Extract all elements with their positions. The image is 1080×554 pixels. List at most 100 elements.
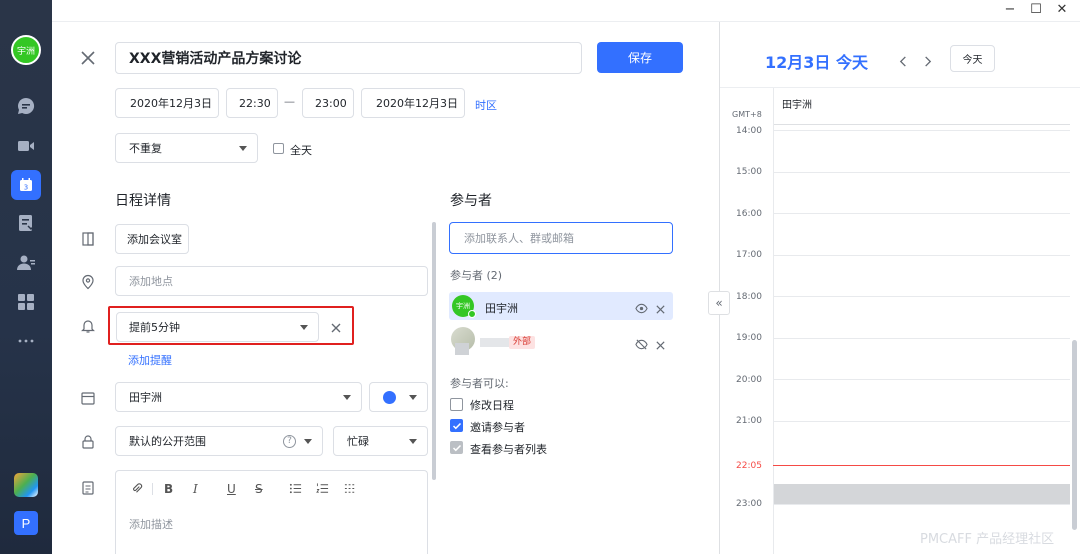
pane-divider	[719, 22, 720, 554]
reminder-value: 提前5分钟	[129, 321, 180, 334]
header-divider	[720, 87, 1080, 88]
video-meeting-icon[interactable]	[16, 136, 36, 156]
visibility-value: 默认的公开范围	[129, 435, 206, 448]
remove-participant-icon[interactable]	[655, 336, 666, 355]
calendar-icon	[80, 390, 96, 406]
external-tag-label: 外部	[513, 337, 532, 347]
today-button-label: 今天	[962, 55, 983, 66]
permissions-title: 参与者可以:	[450, 377, 509, 390]
timezone-link[interactable]: 时区	[475, 97, 497, 113]
calendar-nav-icon[interactable]: 3	[11, 170, 41, 200]
repeat-select[interactable]: 不重复	[115, 133, 258, 163]
close-window-icon: ✕	[1056, 2, 1068, 17]
end-date-picker[interactable]: 2020年12月3日	[361, 88, 465, 118]
close-window-button[interactable]: ✕	[1050, 2, 1074, 18]
repeat-value: 不重复	[129, 142, 162, 155]
maximize-icon: ☐	[1030, 2, 1042, 17]
eye-icon[interactable]	[635, 300, 648, 319]
calendar-scrollbar[interactable]	[1072, 340, 1077, 530]
start-time-picker[interactable]: 22:30	[226, 88, 278, 118]
next-day-button[interactable]	[922, 52, 933, 71]
allday-label: 全天	[290, 144, 312, 157]
save-button[interactable]: 保存	[597, 42, 683, 73]
perm-view-label: 查看参与者列表	[470, 443, 547, 456]
chat-icon[interactable]	[16, 96, 36, 116]
participant-row[interactable]: 宇洲 田宇洲	[449, 292, 673, 320]
add-room-button[interactable]: 添加会议室	[115, 224, 189, 254]
editor-scrollbar[interactable]	[432, 222, 436, 480]
chevron-left-icon	[899, 56, 906, 67]
participant-count: 参与者 (2)	[450, 269, 503, 282]
collapse-pane-button[interactable]: «	[708, 291, 730, 315]
location-input[interactable]: 添加地点	[115, 266, 428, 296]
app-sidebar: 宇洲 3 P	[0, 0, 52, 554]
participants-section-title: 参与者	[450, 193, 492, 209]
more-icon[interactable]	[16, 331, 36, 351]
hour-label: 15:00	[736, 167, 762, 177]
calendar-owner: 田宇洲	[129, 391, 162, 404]
blurred-avatar-strip	[455, 343, 469, 355]
numbered-list-icon[interactable]	[316, 482, 329, 498]
description-icon	[80, 480, 96, 496]
chevron-down-icon	[409, 395, 417, 400]
meeting-room-icon	[80, 231, 96, 247]
hour-gridline	[773, 255, 1070, 256]
participant-avatar-text: 宇洲	[456, 302, 470, 310]
busy-select[interactable]: 忙碌	[333, 426, 428, 456]
docs-icon[interactable]	[16, 213, 36, 233]
allday-checkbox[interactable]	[273, 143, 284, 154]
svg-text:3: 3	[24, 184, 28, 192]
hour-label: 16:00	[736, 209, 762, 219]
chevron-down-icon	[239, 146, 247, 151]
maximize-button[interactable]: ☐	[1024, 2, 1048, 18]
participant-search-input[interactable]: 添加联系人、群或邮箱	[449, 222, 673, 254]
bold-button[interactable]: B	[164, 482, 173, 496]
remove-participant-icon[interactable]	[655, 300, 666, 319]
today-button[interactable]: 今天	[950, 45, 995, 72]
remove-reminder-button[interactable]	[329, 320, 343, 334]
busy-value: 忙碌	[347, 435, 369, 448]
prev-day-button[interactable]	[898, 52, 909, 71]
attachment-icon[interactable]	[130, 482, 143, 498]
description-editor[interactable]	[115, 470, 428, 554]
checklist-icon[interactable]	[344, 482, 357, 498]
reminder-select[interactable]: 提前5分钟	[116, 312, 319, 342]
event-title-input[interactable]: XXX营销活动产品方案讨论	[115, 42, 582, 74]
participant-search-placeholder: 添加联系人、群或邮箱	[464, 232, 574, 245]
workplace-icon[interactable]	[16, 292, 36, 312]
perm-view-checkbox[interactable]	[450, 441, 463, 454]
save-button-label: 保存	[627, 51, 652, 65]
color-select[interactable]	[369, 382, 428, 412]
bullet-list-icon[interactable]	[289, 482, 302, 498]
perm-edit-checkbox[interactable]	[450, 398, 463, 411]
end-time-picker[interactable]: 23:00	[302, 88, 354, 118]
start-date-picker[interactable]: 2020年12月3日	[115, 88, 219, 118]
participant-row[interactable]: 外部	[449, 327, 673, 357]
app-shortcut-icon[interactable]	[14, 473, 38, 497]
chevron-down-icon	[409, 439, 417, 444]
perm-invite-checkbox[interactable]	[450, 419, 463, 432]
workspace-badge-label: P	[21, 515, 31, 531]
lock-icon	[80, 434, 96, 450]
contacts-icon[interactable]	[16, 253, 36, 273]
calendar-person-name: 田宇洲	[782, 100, 812, 111]
end-time-text: 23:00	[315, 96, 347, 110]
hour-gridline	[773, 421, 1070, 422]
close-editor-button[interactable]	[78, 48, 98, 68]
add-reminder-link[interactable]: 添加提醒	[128, 352, 172, 368]
underline-button[interactable]: U	[227, 482, 236, 496]
calendar-select[interactable]: 田宇洲	[115, 382, 362, 412]
user-avatar-text: 宇洲	[16, 46, 35, 57]
help-icon[interactable]: ?	[283, 435, 296, 448]
hour-gridline	[773, 213, 1070, 214]
user-avatar[interactable]: 宇洲	[11, 35, 41, 65]
strikethrough-button[interactable]: S	[255, 482, 263, 496]
draft-event-block[interactable]	[774, 484, 1070, 504]
minimize-button[interactable]: −	[998, 2, 1022, 18]
add-room-label: 添加会议室	[127, 233, 182, 246]
italic-button[interactable]: I	[193, 482, 198, 496]
end-date-text: 2020年12月3日	[376, 97, 458, 110]
eye-off-icon[interactable]	[635, 336, 648, 355]
visibility-select[interactable]: 默认的公开范围 ?	[115, 426, 323, 456]
workspace-badge[interactable]: P	[14, 511, 38, 535]
